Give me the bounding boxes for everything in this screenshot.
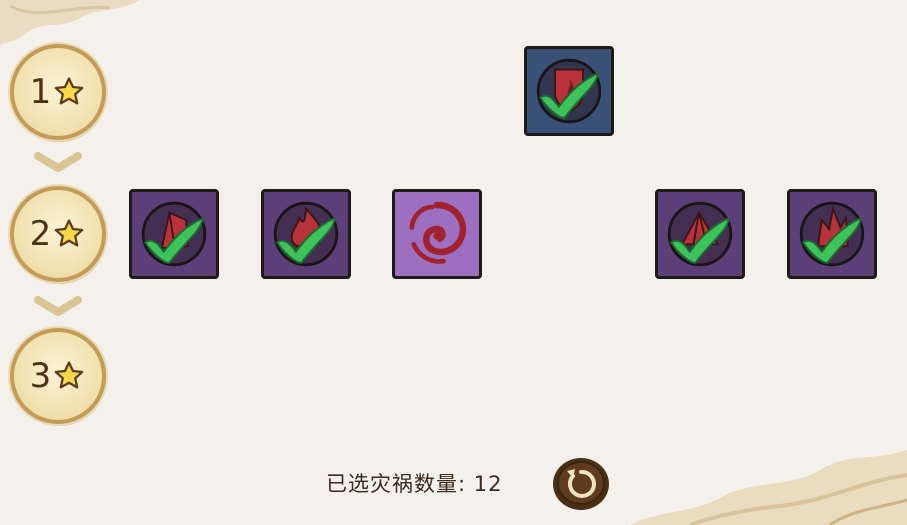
disaster-tile-crystal-cluster[interactable]	[787, 189, 877, 279]
star-outline-icon	[55, 77, 84, 105]
tier-3-badge: 3	[10, 328, 106, 424]
tier-number: 2	[29, 214, 52, 254]
crystal-cluster-emblem-icon	[799, 201, 865, 267]
chevron-down-icon	[34, 296, 82, 316]
star-outline-icon	[55, 361, 84, 389]
chevron-down-icon	[34, 152, 82, 172]
disaster-tile-tent[interactable]	[655, 189, 745, 279]
flame-emblem-icon	[536, 58, 602, 124]
tier-2-badge: 2	[10, 186, 106, 282]
vortex-emblem-icon	[409, 201, 467, 264]
tier-number: 3	[29, 356, 52, 396]
star-outline-icon	[55, 219, 84, 247]
reset-button[interactable]	[551, 455, 611, 511]
disaster-tile-fire[interactable]	[261, 189, 351, 279]
bottom-right-cloud-decoration	[630, 450, 907, 525]
disaster-tile-crystal[interactable]	[129, 189, 219, 279]
tier-1-badge: 1	[10, 44, 106, 140]
tent-emblem-icon	[667, 201, 733, 267]
crystal-emblem-icon	[141, 201, 207, 267]
disaster-tile-vortex[interactable]	[392, 189, 482, 279]
tier-number: 1	[29, 72, 52, 112]
fire-emblem-icon	[273, 201, 339, 267]
selected-disaster-count-label: 已选灾祸数量: 12	[326, 472, 503, 496]
disaster-tile-flame[interactable]	[524, 46, 614, 136]
